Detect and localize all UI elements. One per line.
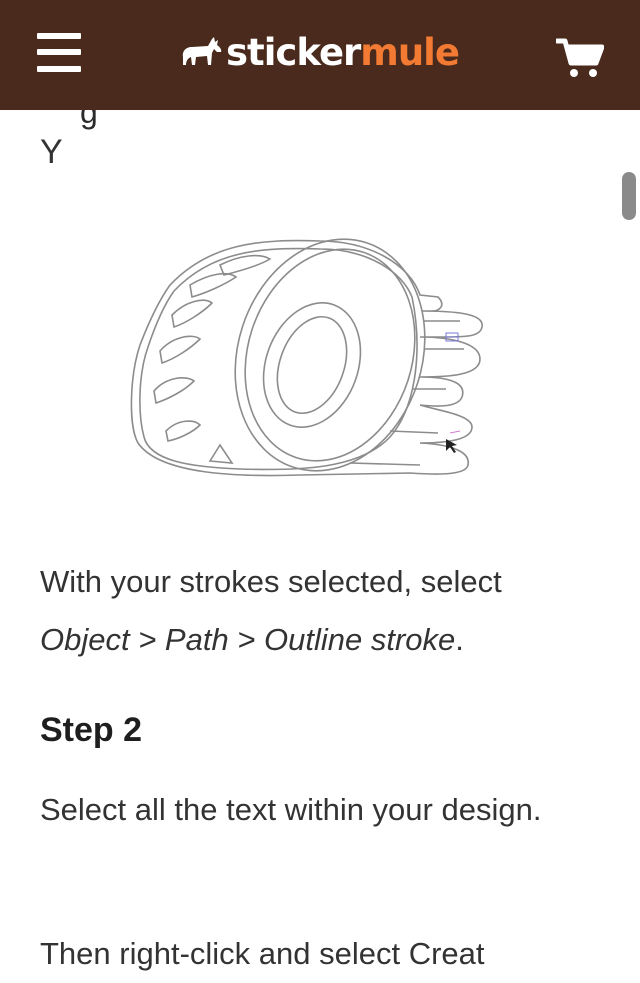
stickermule-logo[interactable]: stickermule xyxy=(180,28,460,78)
top-navigation-bar: stickermule xyxy=(0,0,640,110)
menu-line xyxy=(37,66,81,72)
menu-path-text: Object > Path > Outline stroke xyxy=(40,622,456,657)
logo-wordmark: stickermule xyxy=(226,28,460,78)
menu-line xyxy=(37,49,81,55)
menu-line xyxy=(37,33,81,39)
mule-icon xyxy=(182,37,222,65)
step-heading: Step 2 xyxy=(40,711,143,749)
logo-word-sticker: sticker xyxy=(226,31,361,74)
scrollbar-thumb[interactable] xyxy=(622,172,636,220)
paragraph-end-text: . xyxy=(455,622,464,657)
hamburger-menu-icon[interactable] xyxy=(37,33,81,73)
logo-word-mule: mule xyxy=(360,31,460,74)
paragraph-text: With your strokes selected, select xyxy=(40,564,502,599)
cut-off-paragraph: Then right-click and select Creat xyxy=(40,936,485,971)
shopping-cart-icon[interactable] xyxy=(554,36,605,80)
step-description: Select all the text within your design. xyxy=(40,792,542,827)
instruction-paragraph: With your strokes selected, select Objec… xyxy=(40,553,620,669)
letter-y-text: Y xyxy=(40,133,63,171)
outlined-letter-o-illustration xyxy=(130,238,483,477)
